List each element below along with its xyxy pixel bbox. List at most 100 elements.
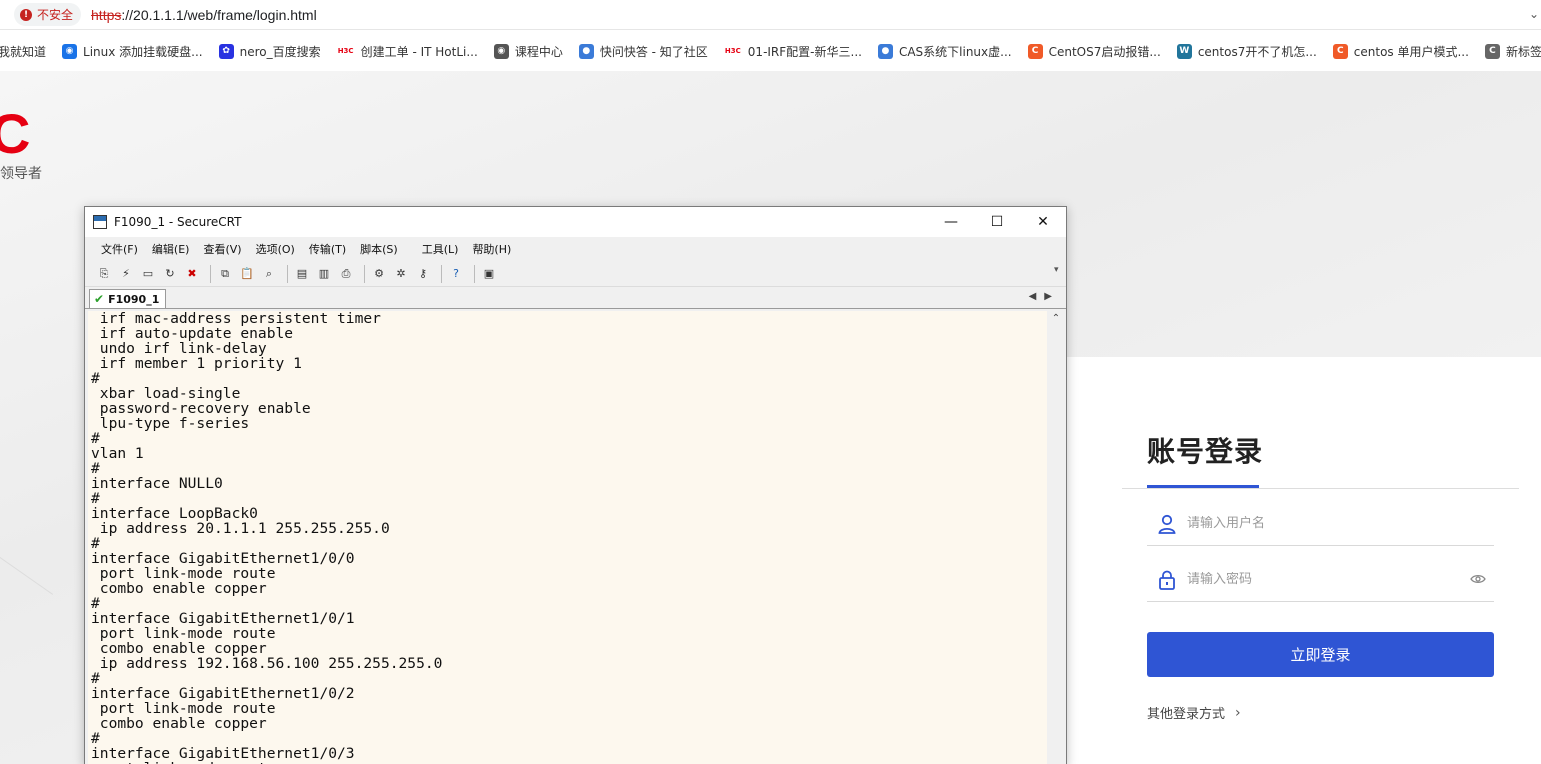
terminal-output[interactable]: irf mac-address persistent timer irf aut… bbox=[88, 311, 1049, 764]
bookmark-item[interactable]: H3C 创建工单 - IT HotLi... bbox=[337, 43, 478, 60]
terminal-text: irf mac-address persistent timer irf aut… bbox=[91, 311, 443, 764]
c-icon: C bbox=[1332, 43, 1348, 59]
c-icon: C bbox=[1484, 43, 1500, 59]
maximize-button[interactable]: ☐ bbox=[974, 207, 1020, 237]
url-scheme: https bbox=[91, 6, 122, 23]
bookmark-label: centos 单用户模式... bbox=[1353, 44, 1469, 59]
securecrt-window: F1090_1 - SecureCRT — ☐ ✕ 文件(F) 编辑(E) 查看… bbox=[84, 206, 1067, 764]
securecrt-toolbar: ⎘ ⚡ ▭ ↻ ✖ ⧉ 📋 ⌕ ▤ ▥ ⎙ ⚙ ✲ ⚷ ? ▣ ▾ bbox=[85, 261, 1066, 287]
toolbar-separator bbox=[474, 264, 475, 283]
bookmark-label: 创建工单 - IT HotLi... bbox=[360, 44, 478, 59]
terminal-scrollbar[interactable]: ⌃ bbox=[1047, 311, 1065, 764]
warning-icon: ! bbox=[20, 8, 32, 21]
bookmark-item[interactable]: ◉ Linux 添加挂载硬盘... bbox=[62, 43, 203, 60]
print-setup-icon[interactable]: ▤ bbox=[293, 265, 311, 283]
security-indicator[interactable]: ! 不安全 bbox=[14, 3, 82, 26]
window-title: F1090_1 - SecureCRT bbox=[114, 215, 242, 229]
address-bar[interactable]: ! 不安全 https://20.1.1.1/web/frame/login.h… bbox=[0, 0, 1541, 30]
minimize-button[interactable]: — bbox=[928, 207, 974, 237]
toolbar-separator bbox=[441, 264, 442, 283]
securecrt-tab-bar: ✔ F1090_1 ◀▶ bbox=[85, 287, 1066, 309]
bookmarks-bar: 我就知道 ◉ Linux 添加挂载硬盘... ✿ nero_百度搜索 H3C 创建工单 - … bbox=[0, 31, 1541, 71]
bookmark-label: 新标签 bbox=[1505, 44, 1541, 59]
bookmark-label: 快问快答 - 知了社区 bbox=[599, 44, 708, 59]
connected-check-icon: ✔ bbox=[94, 292, 105, 306]
password-field[interactable] bbox=[1147, 558, 1494, 602]
help-icon[interactable]: ? bbox=[447, 265, 465, 283]
username-input[interactable] bbox=[1187, 516, 1447, 531]
find-icon[interactable]: ⌕ bbox=[260, 265, 278, 283]
bookmark-item[interactable]: C CentOS7启动报错... bbox=[1027, 43, 1161, 60]
copy-icon[interactable]: ⧉ bbox=[216, 265, 234, 283]
print-selection-icon[interactable]: ▥ bbox=[315, 265, 333, 283]
password-input[interactable] bbox=[1187, 572, 1447, 587]
bookmark-item[interactable]: ✿ nero_百度搜索 bbox=[218, 43, 321, 60]
menu-options[interactable]: 选项(O) bbox=[256, 241, 295, 257]
bookmark-label: 01-IRF配置-新华三... bbox=[747, 44, 862, 59]
bookmark-label: nero_百度搜索 bbox=[239, 44, 321, 59]
login-tab-divider bbox=[1122, 488, 1519, 489]
bookmark-item[interactable]: Ccentos 单用户模式... bbox=[1332, 43, 1469, 60]
bookmark-label: 我就知道 bbox=[0, 44, 47, 59]
globe-icon: ◉ bbox=[493, 43, 509, 59]
bookmark-label: CentOS7启动报错... bbox=[1048, 44, 1161, 59]
session-tab-label: F1090_1 bbox=[108, 292, 160, 306]
bookmark-label: centos7开不了机怎... bbox=[1197, 44, 1317, 59]
bookmark-item[interactable]: H3C 01-IRF配置-新华三... bbox=[724, 43, 862, 60]
toolbar-separator bbox=[287, 264, 288, 283]
username-field[interactable] bbox=[1147, 502, 1494, 546]
user-icon bbox=[1157, 514, 1177, 534]
url-rest: ://20.1.1.1/web/frame/login.html bbox=[121, 6, 317, 23]
tab-scroll-arrows[interactable]: ◀▶ bbox=[1029, 291, 1060, 302]
brand-logo: C bbox=[0, 102, 31, 165]
session-tab[interactable]: ✔ F1090_1 bbox=[89, 289, 167, 308]
session-options-icon[interactable]: ⚙ bbox=[370, 265, 388, 283]
paste-icon[interactable]: 📋 bbox=[238, 265, 256, 283]
securecrt-app-icon bbox=[93, 215, 107, 229]
scroll-up-icon[interactable]: ⌃ bbox=[1047, 313, 1065, 324]
menu-edit[interactable]: 编辑(E) bbox=[152, 241, 190, 257]
connect-tab-icon[interactable]: ▭ bbox=[139, 265, 157, 283]
toolbar-separator bbox=[364, 264, 365, 283]
decorative-line bbox=[0, 548, 54, 595]
drop-icon: ● bbox=[578, 43, 594, 59]
menu-transfer[interactable]: 传输(T) bbox=[309, 241, 346, 257]
other-login-label: 其他登录方式 bbox=[1147, 707, 1226, 722]
bookmark-item[interactable]: C 新标签 bbox=[1484, 43, 1541, 60]
url-text[interactable]: https://20.1.1.1/web/frame/login.html bbox=[91, 7, 317, 23]
chevron-down-icon[interactable]: ⌄ bbox=[1529, 7, 1539, 21]
print-icon[interactable]: ⎙ bbox=[337, 265, 355, 283]
sftp-icon[interactable]: ▣ bbox=[480, 265, 498, 283]
login-tab-underline bbox=[1147, 485, 1259, 488]
bookmark-item[interactable]: 我就知道 bbox=[0, 43, 46, 60]
toolbar-overflow-icon[interactable]: ▾ bbox=[1054, 265, 1064, 283]
paw-icon: ✿ bbox=[218, 43, 234, 59]
close-button[interactable]: ✕ bbox=[1020, 207, 1066, 237]
login-title: 账号登录 bbox=[1147, 435, 1264, 468]
chevron-right-icon: › bbox=[1235, 704, 1241, 721]
other-login-methods-link[interactable]: 其他登录方式 › bbox=[1147, 703, 1241, 723]
bookmark-label: 课程中心 bbox=[514, 44, 563, 59]
quick-connect-icon[interactable]: ⚡ bbox=[117, 265, 135, 283]
bookmark-item[interactable]: ● 快问快答 - 知了社区 bbox=[578, 43, 708, 60]
menu-file[interactable]: 文件(F) bbox=[101, 241, 138, 257]
securecrt-title-bar[interactable]: F1090_1 - SecureCRT — ☐ ✕ bbox=[85, 207, 1066, 237]
bookmark-item[interactable]: ● CAS系统下linux虚... bbox=[877, 43, 1012, 60]
bookmark-item[interactable]: Wcentos7开不了机怎... bbox=[1176, 43, 1317, 60]
login-button[interactable]: 立即登录 bbox=[1147, 632, 1494, 677]
menu-script[interactable]: 脚本(S) bbox=[360, 241, 398, 257]
bookmark-item[interactable]: ◉ 课程中心 bbox=[493, 43, 563, 60]
connect-icon[interactable]: ⎘ bbox=[95, 265, 113, 283]
eye-icon[interactable] bbox=[1470, 571, 1486, 587]
h3c-icon: H3C bbox=[724, 46, 741, 55]
bookmark-label: CAS系统下linux虚... bbox=[898, 44, 1012, 59]
security-label: 不安全 bbox=[37, 8, 74, 22]
reconnect-icon[interactable]: ↻ bbox=[161, 265, 179, 283]
menu-help[interactable]: 帮助(H) bbox=[472, 241, 511, 257]
menu-tools[interactable]: 工具(L) bbox=[422, 241, 459, 257]
global-options-icon[interactable]: ✲ bbox=[392, 265, 410, 283]
menu-view[interactable]: 查看(V) bbox=[203, 241, 241, 257]
key-map-icon[interactable]: ⚷ bbox=[414, 265, 432, 283]
disconnect-icon[interactable]: ✖ bbox=[183, 265, 201, 283]
wordpress-icon: W bbox=[1176, 43, 1192, 59]
